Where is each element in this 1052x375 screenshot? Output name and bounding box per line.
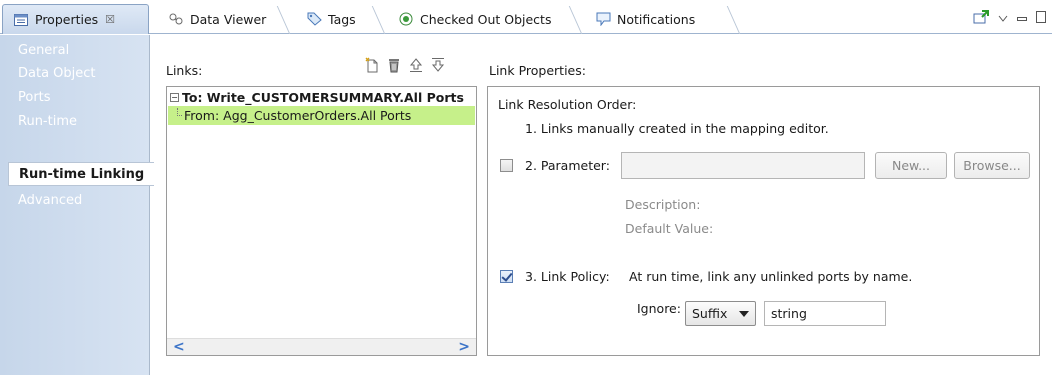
link-properties-label: Link Properties:	[489, 63, 586, 78]
tab-checked-out-objects-label: Checked Out Objects	[420, 11, 552, 27]
link-properties-panel: Link Resolution Order: 1. Links manually…	[487, 86, 1040, 356]
collapse-toggle-icon[interactable]: −	[170, 93, 179, 102]
ignore-string-input[interactable]: string	[764, 301, 886, 326]
notifications-icon	[595, 11, 611, 27]
tab-properties[interactable]: Properties ☒	[2, 4, 149, 34]
resolution-order-title: Link Resolution Order:	[498, 97, 637, 112]
nav-item-run-time[interactable]: Run-time	[18, 114, 77, 129]
view-toolbar	[973, 10, 1046, 27]
ignore-dropdown-value: Suffix	[692, 306, 728, 321]
resolution-item-1: 1. Links manually created in the mapping…	[525, 121, 829, 136]
ignore-label: Ignore:	[637, 301, 681, 316]
description-label: Description:	[625, 197, 701, 212]
tab-tags-label: Tags	[328, 11, 356, 27]
scroll-right-icon[interactable]: >	[458, 339, 470, 355]
links-toolbar	[364, 57, 446, 76]
tab-tags[interactable]: Tags	[296, 4, 356, 34]
properties-icon	[13, 12, 29, 28]
ignore-dropdown[interactable]: Suffix	[685, 301, 756, 326]
links-tree[interactable]: − To: Write_CUSTOMERSUMMARY.All Ports Fr…	[166, 86, 477, 356]
tab-separator	[726, 6, 754, 34]
new-link-icon[interactable]	[364, 57, 380, 76]
tree-root-label: To: Write_CUSTOMERSUMMARY.All Ports	[182, 90, 464, 105]
properties-nav: General Data Object Ports Run-time Run-t…	[0, 35, 154, 375]
maximize-icon[interactable]	[1036, 11, 1046, 26]
nav-item-ports[interactable]: Ports	[18, 90, 51, 105]
tab-data-viewer[interactable]: Data Viewer	[158, 4, 266, 34]
minimize-icon[interactable]	[1017, 12, 1027, 26]
link-policy-text: At run time, link any unlinked ports by …	[629, 269, 913, 284]
tree-child-label: From: Agg_CustomerOrders.All Ports	[184, 108, 412, 123]
move-up-icon[interactable]	[408, 57, 424, 76]
tag-icon	[306, 11, 322, 27]
data-viewer-icon	[168, 11, 184, 27]
move-down-icon[interactable]	[430, 57, 446, 76]
nav-item-run-time-linking[interactable]: Run-time Linking	[8, 162, 154, 186]
tab-properties-label: Properties	[35, 12, 99, 27]
close-tab-icon[interactable]: ☒	[105, 13, 115, 26]
view-menu-icon[interactable]	[998, 12, 1008, 26]
links-label: Links:	[166, 63, 203, 78]
tree-child-item[interactable]: From: Agg_CustomerOrders.All Ports	[168, 106, 475, 125]
tree-connector	[177, 108, 182, 116]
link-policy-label: 3. Link Policy:	[525, 269, 610, 284]
nav-item-data-object[interactable]: Data Object	[18, 66, 96, 81]
nav-item-advanced[interactable]: Advanced	[18, 193, 82, 208]
checked-out-icon	[398, 11, 414, 27]
scroll-left-icon[interactable]: <	[173, 339, 185, 355]
parameter-label: 2. Parameter:	[525, 158, 610, 173]
horizontal-scrollbar[interactable]: < >	[167, 338, 476, 355]
tab-notifications-label: Notifications	[617, 11, 696, 27]
parameter-input[interactable]	[621, 152, 865, 179]
browse-button[interactable]: Browse...	[954, 152, 1030, 179]
pin-icon[interactable]	[973, 10, 989, 27]
tab-checked-out-objects[interactable]: Checked Out Objects	[388, 4, 551, 34]
dropdown-arrow-icon	[739, 311, 749, 317]
nav-item-general[interactable]: General	[18, 43, 69, 58]
link-policy-checkbox[interactable]	[500, 270, 513, 283]
delete-icon[interactable]	[386, 57, 402, 76]
tab-notifications[interactable]: Notifications	[585, 4, 695, 34]
default-value-label: Default Value:	[625, 221, 714, 236]
view-tab-bar: Properties ☒ Data Viewer Tags Checked Ou…	[0, 0, 1052, 34]
tree-root-item[interactable]: − To: Write_CUSTOMERSUMMARY.All Ports	[170, 90, 464, 105]
tab-data-viewer-label: Data Viewer	[190, 11, 267, 27]
new-button[interactable]: New...	[875, 152, 947, 179]
parameter-checkbox[interactable]	[500, 159, 513, 172]
